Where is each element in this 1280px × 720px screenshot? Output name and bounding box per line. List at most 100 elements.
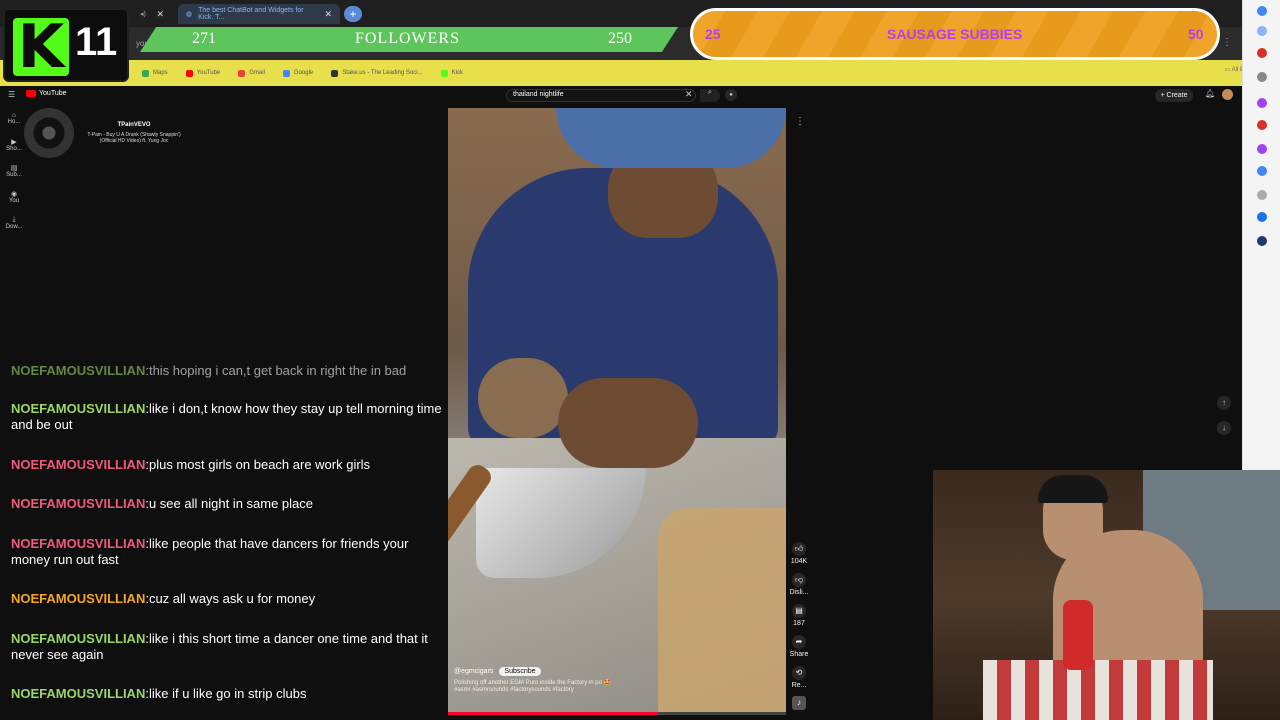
bookmark-google[interactable]: Google [282,69,313,77]
chat-message: NOEFAMOUSVILLIAN:like i this short time … [11,631,428,662]
more-options-icon[interactable]: ⋮ [795,116,805,127]
search-button[interactable]: ⌕ [700,89,720,102]
like-count: 104K [790,558,808,565]
app-icon[interactable] [1257,48,1267,58]
chat-username: NOEFAMOUSVILLIAN [11,496,146,511]
youtube-icon [26,90,36,97]
bookmark-gmail[interactable]: Gmail [238,69,265,77]
bookmark-label: Kick [451,70,463,76]
remix-icon: ⟲ [792,666,806,680]
chat-message: NOEFAMOUSVILLIAN:like if u like go in st… [11,686,307,701]
subs-label: SAUSAGE SUBBIES [887,26,1023,42]
video-progress[interactable] [448,712,786,715]
chat-text: u see all night in same place [148,496,314,511]
voice-search-button[interactable]: ● [725,89,737,101]
remix-button[interactable]: ⟲ Re... [787,666,811,689]
nav-subscriptions[interactable]: ▤ Sub... [3,164,25,178]
webcam-feed [933,470,1280,720]
google-icon [282,69,290,77]
bookmark-label: Stake.us - The Leading Soci... [342,70,423,76]
subscriptions-icon: ▤ [10,165,18,172]
channel-handle[interactable]: @egmcigars [454,668,493,675]
chat-username: NOEFAMOUSVILLIAN [11,401,146,416]
subscribe-button[interactable]: Subscribe [499,667,541,676]
previous-short-button[interactable]: ↑ [1217,396,1231,410]
chat-text: plus most girls on beach are work girls [148,457,371,472]
create-button[interactable]: + Create [1155,89,1193,102]
chat-username: NOEFAMOUSVILLIAN [11,536,146,551]
hamburger-menu-icon[interactable]: ☰ [8,90,15,99]
dislike-label: Disli... [789,589,809,596]
app-icon[interactable] [1257,212,1267,222]
app-icon[interactable] [1257,166,1267,176]
chat-username: NOEFAMOUSVILLIAN [11,686,146,701]
app-icon[interactable] [1257,144,1267,154]
search-icon[interactable] [1257,26,1267,36]
now-playing-widget: TPainVEVO T-Pain - Buy U A Drank (Shawty… [24,108,184,164]
bookmark-maps[interactable]: Maps [142,69,168,77]
thumbs-down-icon: 👎︎ [792,573,806,587]
chat-username: NOEFAMOUSVILLIAN [11,591,146,606]
nav-label: Sub... [6,172,22,178]
bookmark-youtube[interactable]: YouTube [185,69,220,77]
gmail-icon [238,69,246,77]
new-tab-button[interactable]: + [344,6,362,22]
youtube-logo-text: YouTube [39,90,67,97]
followers-goal-bar: 271 FOLLOWERS 250 [140,27,678,52]
nav-label: Sho... [6,146,22,152]
search-icon: ⌕ [708,89,712,96]
youtube-logo[interactable]: YouTube [26,90,67,97]
chat-text: cuz all ways ask u for money [148,591,316,606]
audio-icon: ◂) [140,11,146,18]
nav-label: Ho... [7,119,21,125]
nav-home[interactable]: ⌂ Ho... [3,112,25,125]
browser-tab[interactable]: ◂) ✕ [132,4,172,24]
album-art [24,108,74,158]
clear-search-icon[interactable]: ✕ [685,89,693,100]
bookmark-kick[interactable]: Kick [440,69,463,77]
search-input[interactable]: thailand nightlife [506,89,696,102]
create-label: Create [1166,92,1188,99]
sound-icon: ♪ [792,696,806,710]
share-button[interactable]: ➦ Share [787,635,811,658]
account-avatar[interactable] [1222,89,1233,100]
comments-button[interactable]: ▤ 187 [787,604,811,627]
webcam-shorts [983,660,1213,720]
browser-tab-active[interactable]: ◍ The best ChatBot and Widgets for Kick.… [178,4,340,24]
short-channel[interactable]: @egmcigars Subscribe [454,667,541,676]
bookmark-stake[interactable]: Stake.us - The Leading Soci... [331,69,423,77]
mic-icon: ● [729,92,733,98]
video-tobacco [478,358,568,438]
sound-thumbnail[interactable]: ♪ [787,696,811,712]
app-icon[interactable] [1257,236,1267,246]
app-icon[interactable] [1257,72,1267,82]
app-icon[interactable] [1257,98,1267,108]
shorts-icon: ▶ [11,139,17,146]
nav-shorts[interactable]: ▶ Sho... [3,138,25,152]
bookmark-label: Gmail [249,70,265,76]
app-icon[interactable] [1257,120,1267,130]
close-icon[interactable]: ✕ [156,9,164,20]
tab-title: The best ChatBot and Widgets for Kick. T… [198,7,304,21]
app-icon[interactable] [1257,190,1267,200]
nav-you[interactable]: ◉ You [3,190,25,204]
chat-text: this hoping i can,t get back in right th… [148,363,407,378]
share-label: Share [789,651,809,658]
video-cap [556,108,786,168]
close-icon[interactable]: ✕ [324,9,332,20]
now-playing-title: T-Pain - Buy U A Drank (Shawty Snappin')… [87,132,181,144]
next-short-button[interactable]: ↓ [1217,421,1231,435]
maps-icon [142,69,149,77]
kebab-menu-icon[interactable]: ⋮ [1222,37,1232,48]
comment-count: 187 [793,620,805,627]
user-icon: ◉ [10,191,18,198]
like-button[interactable]: 👍︎ 104K [787,542,811,565]
nav-downloads[interactable]: ⤓ Dow... [3,216,25,230]
share-icon: ➦ [792,635,806,649]
notifications-icon[interactable]: 🔔︎ [1205,89,1215,98]
dislike-button[interactable]: 👎︎ Disli... [787,573,811,596]
download-icon: ⤓ [12,216,16,223]
short-video-player[interactable] [448,108,786,712]
followers-goal: 250 [608,30,632,47]
home-icon[interactable] [1257,6,1267,16]
